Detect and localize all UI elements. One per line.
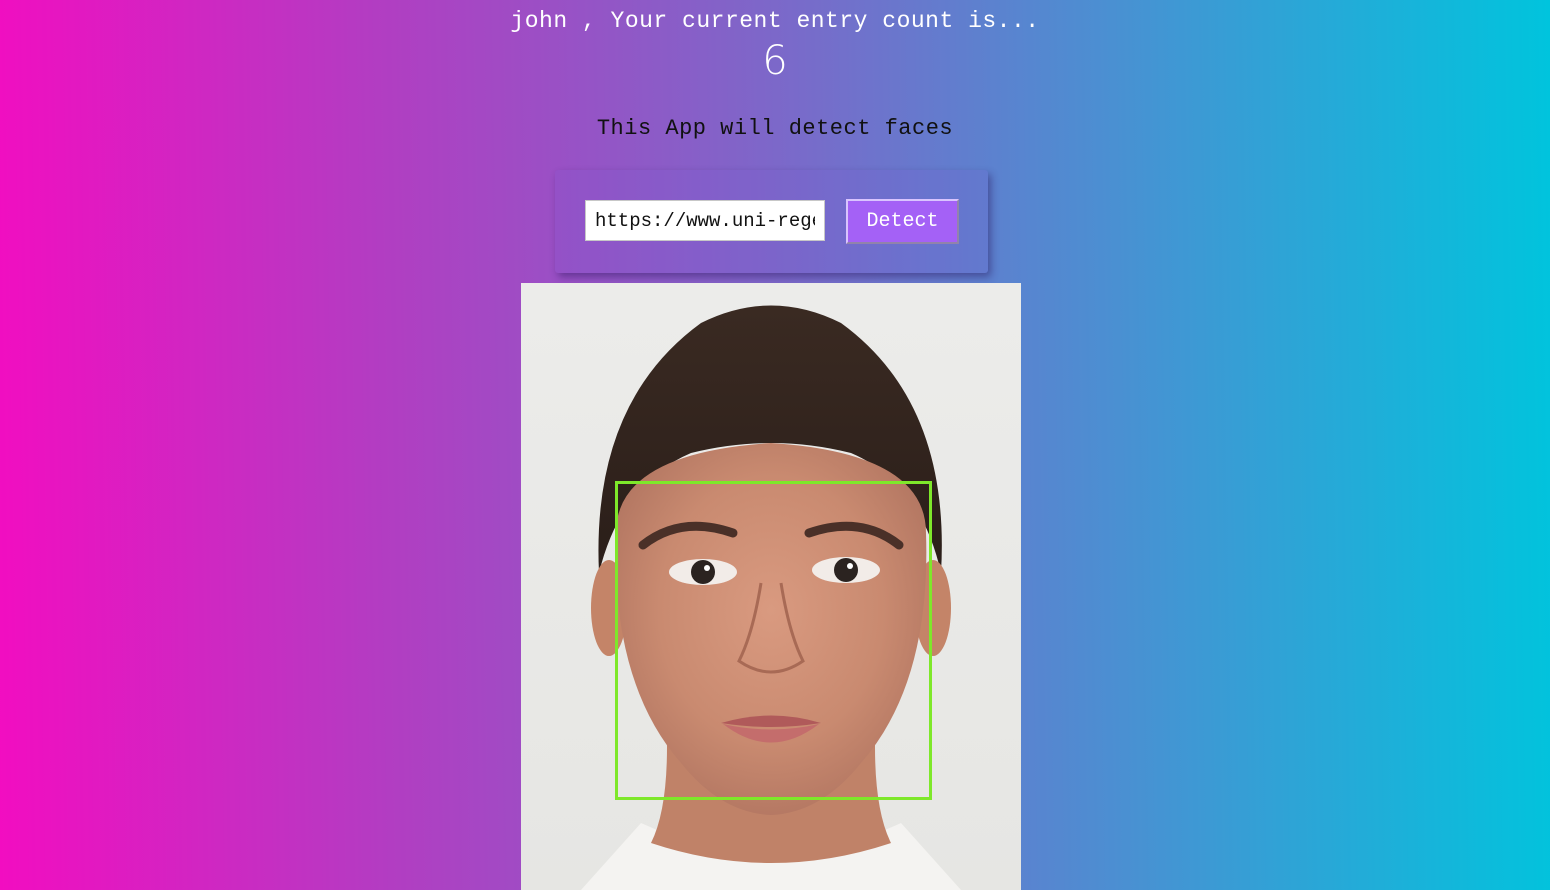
app-description: This App will detect faces bbox=[596, 116, 954, 141]
image-url-input[interactable] bbox=[585, 200, 825, 241]
entry-count-value: 6 bbox=[762, 38, 788, 84]
face-bounding-box bbox=[615, 481, 932, 800]
entry-count-greeting: john , Your current entry count is... bbox=[510, 8, 1040, 34]
detect-button[interactable]: Detect bbox=[846, 199, 959, 244]
image-url-form: Detect bbox=[555, 170, 988, 273]
